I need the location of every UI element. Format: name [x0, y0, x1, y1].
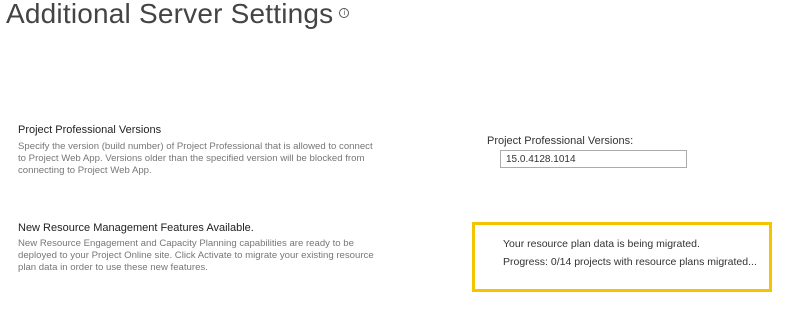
migration-progress-message: Progress: 0/14 projects with resource pl…: [503, 256, 757, 268]
page-title: Additional Server Settings i: [6, 0, 350, 30]
resource-management-description: New Resource Engagement and Capacity Pla…: [18, 238, 374, 273]
project-professional-heading: Project Professional Versions: [18, 124, 162, 136]
page-title-text: Additional Server Settings: [6, 0, 334, 29]
info-icon[interactable]: i: [339, 7, 350, 18]
project-professional-versions-input[interactable]: [500, 150, 687, 168]
migration-status-panel: Your resource plan data is being migrate…: [472, 222, 772, 292]
project-professional-versions-label: Project Professional Versions:: [487, 135, 634, 147]
project-professional-description: Specify the version (build number) of Pr…: [18, 141, 373, 176]
migration-status-message: Your resource plan data is being migrate…: [503, 238, 700, 250]
resource-management-heading: New Resource Management Features Availab…: [18, 222, 254, 234]
